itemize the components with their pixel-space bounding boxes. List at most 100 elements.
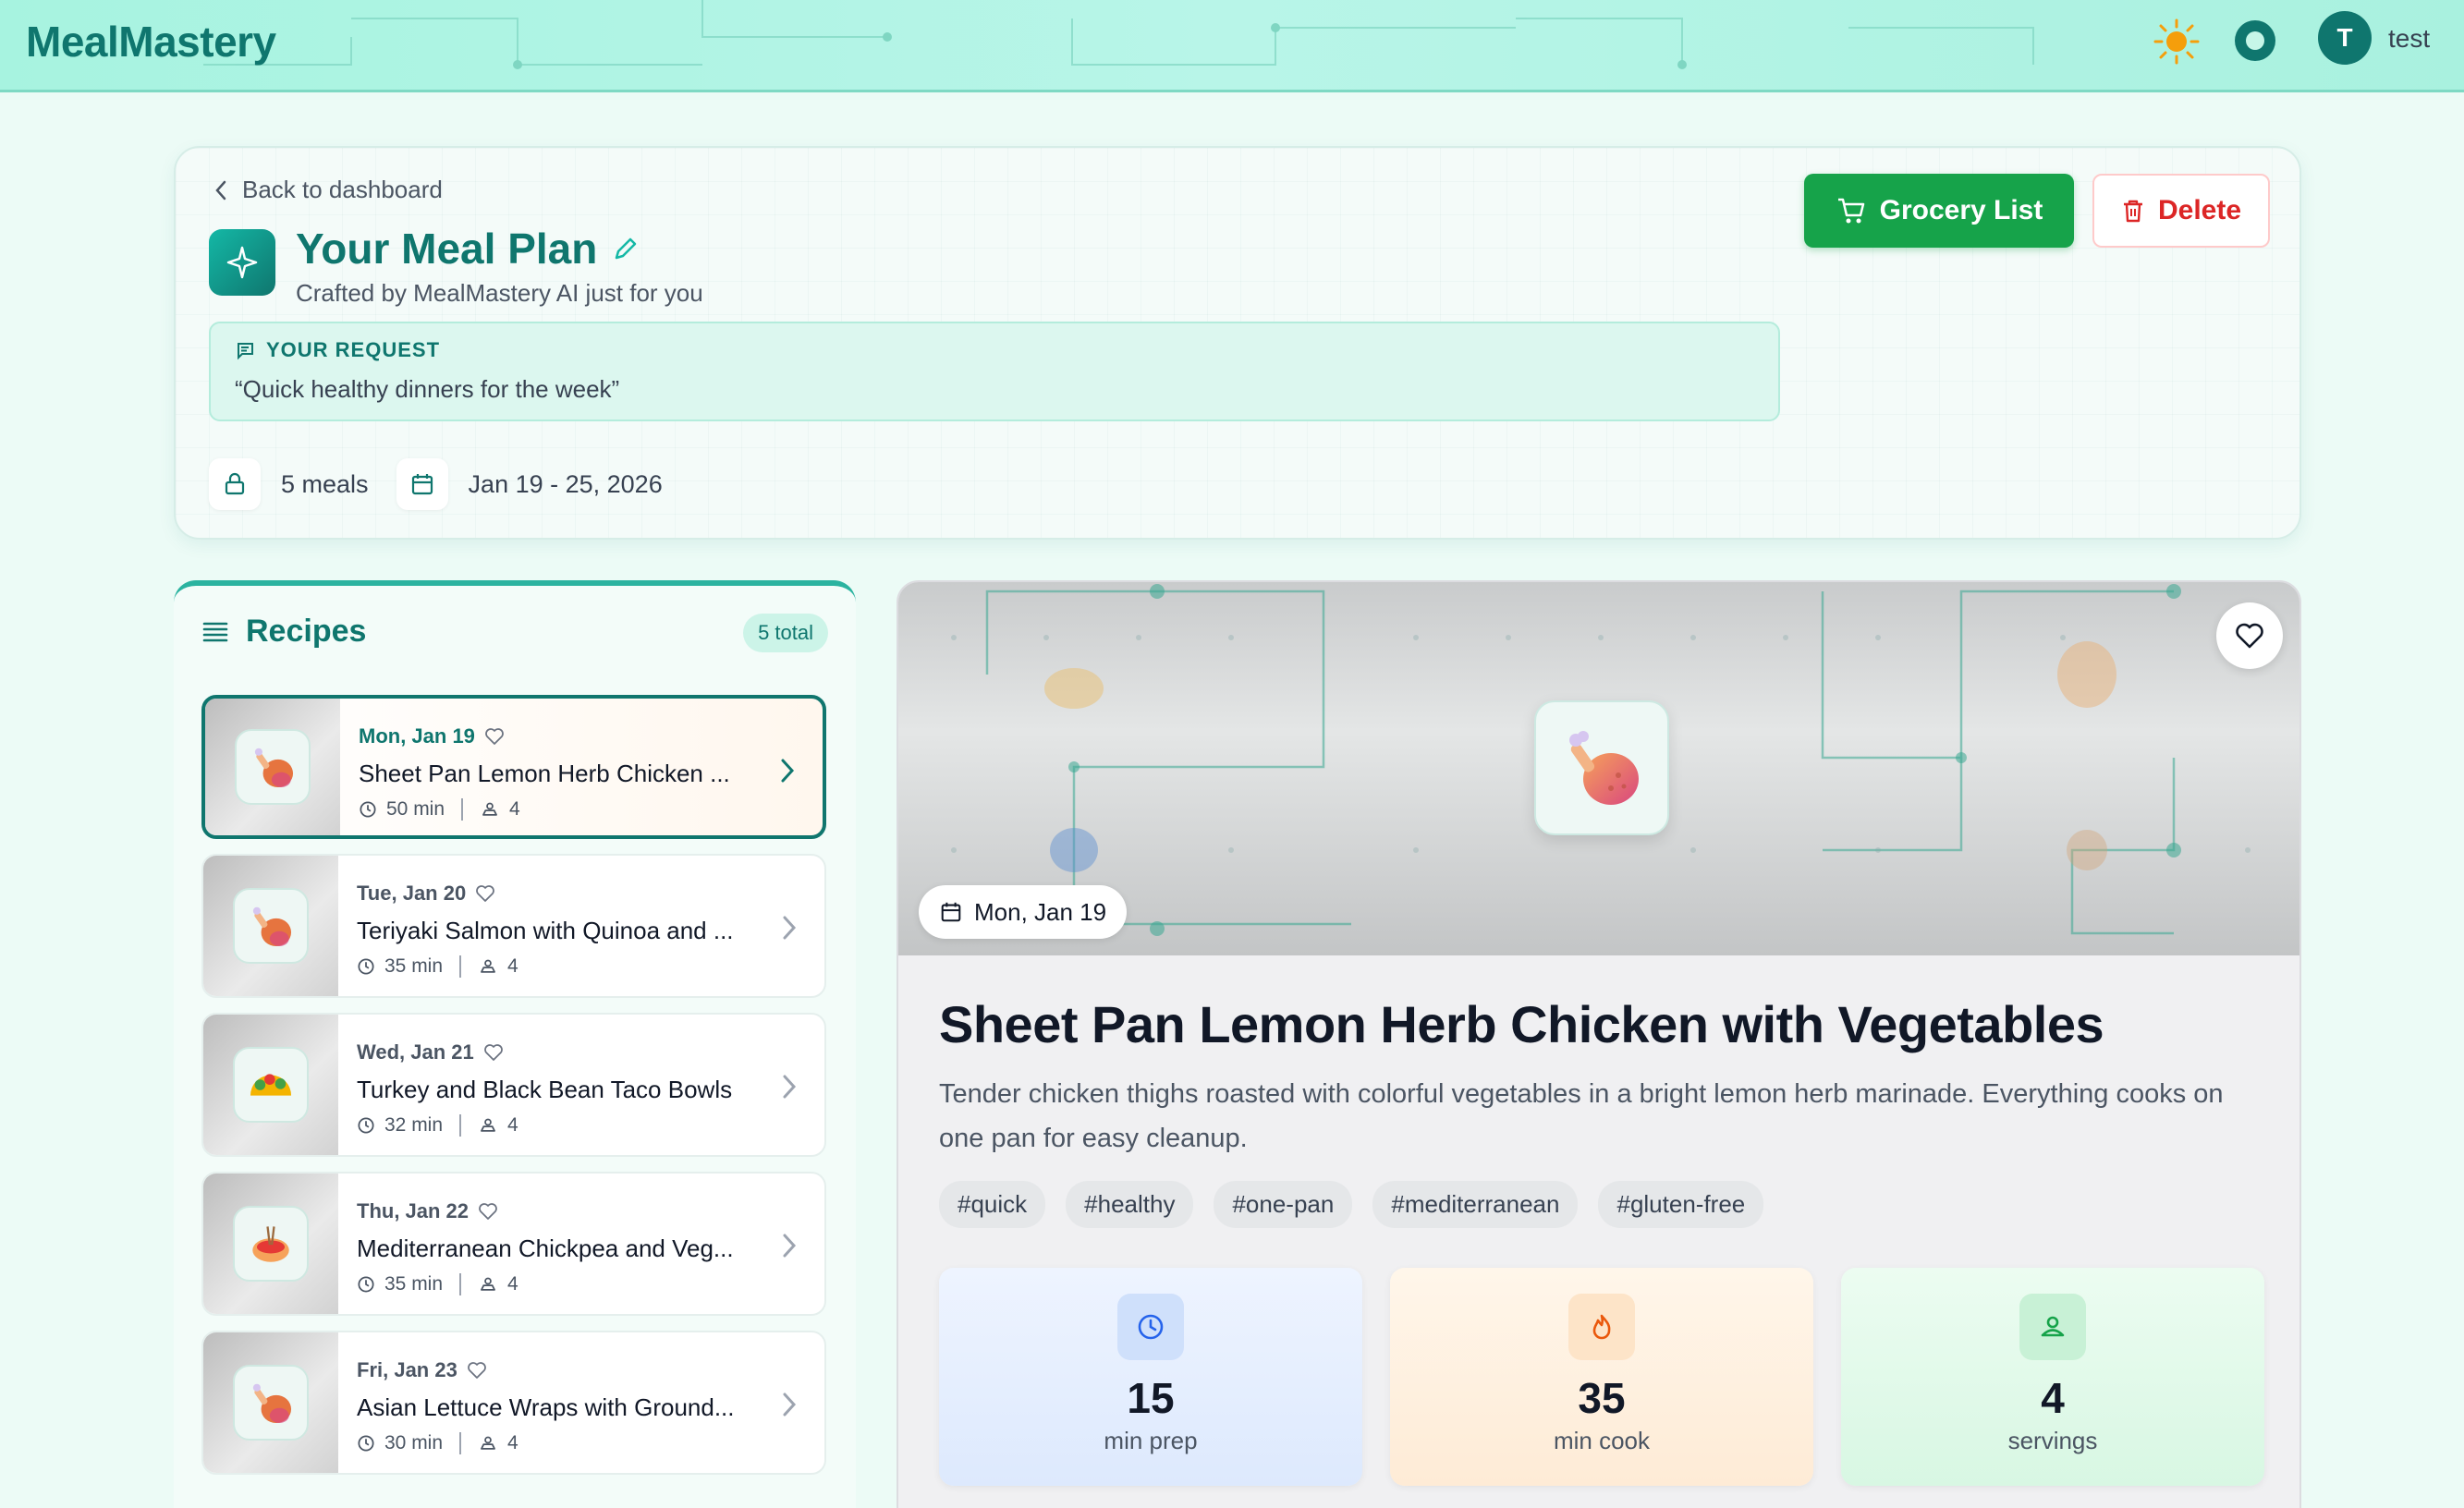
recipe-servings: 4 bbox=[507, 955, 518, 977]
recipe-card[interactable]: Fri, Jan 23 Asian Lettuce Wraps with Grou… bbox=[201, 1331, 826, 1475]
date-pill-label: Mon, Jan 19 bbox=[974, 897, 1107, 926]
tag-chip[interactable]: #one-pan bbox=[1214, 1181, 1353, 1228]
servings-label: servings bbox=[2007, 1427, 2098, 1454]
recipes-heading: Recipes bbox=[246, 614, 367, 649]
clock-icon bbox=[358, 1117, 374, 1134]
cook-value: 35 bbox=[1578, 1374, 1626, 1422]
recipe-thumbnail bbox=[203, 1015, 338, 1155]
recipe-servings: 4 bbox=[507, 1114, 518, 1136]
cart-icon bbox=[1837, 198, 1864, 224]
recipe-card[interactable]: Thu, Jan 22 Mediterranean Chickpea and Ve… bbox=[201, 1172, 826, 1316]
recipe-day: Thu, Jan 22 bbox=[357, 1199, 470, 1222]
clock-icon bbox=[1117, 1294, 1184, 1360]
recipe-thumbnail bbox=[205, 699, 340, 835]
recipe-time: 32 min bbox=[384, 1114, 444, 1136]
top-bar: MealMastery T test bbox=[0, 0, 2464, 92]
date-range: Jan 19 - 25, 2026 bbox=[468, 469, 663, 498]
heart-icon[interactable] bbox=[475, 884, 495, 903]
chicken-leg-icon bbox=[235, 729, 311, 805]
edit-pencil-icon[interactable] bbox=[612, 235, 640, 262]
servings-value: 4 bbox=[2041, 1374, 2065, 1422]
calendar-icon bbox=[396, 458, 448, 510]
recipe-card[interactable]: Tue, Jan 20 Teriyaki Salmon with Quinoa a… bbox=[201, 854, 826, 998]
noodle-bowl-icon bbox=[233, 1206, 309, 1282]
chevron-right-icon bbox=[783, 1392, 797, 1417]
record-icon[interactable] bbox=[2235, 20, 2275, 61]
recipe-card[interactable]: Wed, Jan 21 Turkey and Black Bean Taco Bo… bbox=[201, 1013, 826, 1157]
sun-icon[interactable] bbox=[2153, 18, 2200, 65]
brand-logo[interactable]: MealMastery bbox=[26, 17, 276, 67]
heart-icon bbox=[2236, 623, 2263, 649]
request-text: “Quick healthy dinners for the week” bbox=[235, 375, 620, 403]
recipe-title: Sheet Pan Lemon Herb Chicken with Vegeta… bbox=[939, 995, 2104, 1053]
servings-icon bbox=[481, 959, 495, 973]
recipe-thumbnail bbox=[203, 1332, 338, 1473]
recipe-time: 35 min bbox=[384, 1273, 444, 1295]
recipe-day: Fri, Jan 23 bbox=[357, 1358, 457, 1381]
tag-list: #quick #healthy #one-pan #mediterranean … bbox=[939, 1181, 1764, 1228]
tag-chip[interactable]: #mediterranean bbox=[1372, 1181, 1579, 1228]
favorite-button[interactable] bbox=[2216, 602, 2283, 669]
recipe-hero: Mon, Jan 19 bbox=[898, 582, 2299, 955]
back-to-dashboard-link[interactable]: Back to dashboard bbox=[213, 176, 443, 204]
recipe-name: Turkey and Black Bean Taco Bowls bbox=[357, 1076, 733, 1103]
page-title: Your Meal Plan bbox=[296, 225, 598, 273]
date-pill: Mon, Jan 19 bbox=[919, 885, 1128, 939]
cook-label: min cook bbox=[1553, 1427, 1651, 1454]
chevron-left-icon bbox=[215, 180, 226, 200]
recipe-name: Teriyaki Salmon with Quinoa and ... bbox=[357, 917, 734, 944]
recipe-name: Mediterranean Chickpea and Veg... bbox=[357, 1234, 734, 1262]
clock-icon bbox=[358, 1276, 374, 1293]
page-subtitle: Crafted by MealMastery AI just for you bbox=[296, 279, 703, 307]
chevron-right-icon bbox=[781, 759, 795, 783]
grocery-list-button[interactable]: Grocery List bbox=[1804, 174, 2074, 248]
tag-chip[interactable]: #healthy bbox=[1066, 1181, 1194, 1228]
sparkle-icon bbox=[209, 229, 275, 296]
servings-card: 4 servings bbox=[1841, 1268, 2264, 1486]
recipe-detail: Mon, Jan 19 Sheet Pan Lemon Herb Chicken… bbox=[897, 580, 2301, 1508]
servings-icon bbox=[482, 802, 497, 816]
prep-label: min prep bbox=[1104, 1427, 1198, 1454]
avatar[interactable]: T bbox=[2318, 11, 2372, 65]
delete-button[interactable]: Delete bbox=[2092, 174, 2270, 248]
prep-value: 15 bbox=[1127, 1374, 1175, 1422]
recipe-day: Mon, Jan 19 bbox=[359, 724, 475, 748]
lock-icon bbox=[209, 458, 261, 510]
recipe-card[interactable]: Mon, Jan 19 Sheet Pan Lemon Herb Chicken … bbox=[201, 695, 826, 839]
delete-label: Delete bbox=[2157, 195, 2242, 225]
heart-icon[interactable] bbox=[483, 1043, 504, 1062]
tag-chip[interactable]: #quick bbox=[939, 1181, 1046, 1228]
recipe-time: 35 min bbox=[384, 955, 444, 977]
taco-icon bbox=[233, 1047, 309, 1123]
flame-icon bbox=[1568, 1294, 1635, 1360]
heart-icon[interactable] bbox=[478, 1202, 498, 1221]
heart-icon[interactable] bbox=[467, 1361, 487, 1380]
recipe-description: Tender chicken thighs roasted with color… bbox=[939, 1079, 2224, 1153]
tag-chip[interactable]: #gluten-free bbox=[1598, 1181, 1764, 1228]
total-badge: 5 total bbox=[743, 614, 828, 652]
heart-icon[interactable] bbox=[484, 727, 505, 746]
user-icon bbox=[2019, 1294, 2086, 1360]
clock-icon bbox=[360, 801, 376, 818]
recipe-time: 50 min bbox=[386, 798, 445, 820]
calendar-icon bbox=[941, 902, 961, 922]
list-icon bbox=[202, 622, 228, 641]
chevron-right-icon bbox=[783, 1075, 797, 1099]
username[interactable]: test bbox=[2388, 24, 2430, 54]
cook-time-card: 35 min cook bbox=[1390, 1268, 1813, 1486]
prep-time-card: 15 min prep bbox=[939, 1268, 1362, 1486]
chicken-leg-icon bbox=[1534, 700, 1669, 835]
servings-icon bbox=[481, 1277, 495, 1291]
clock-icon bbox=[358, 958, 374, 975]
grocery-list-label: Grocery List bbox=[1879, 195, 2043, 225]
chevron-right-icon bbox=[783, 916, 797, 940]
recipe-servings: 4 bbox=[507, 1273, 518, 1295]
servings-icon bbox=[481, 1436, 495, 1450]
recipe-servings: 4 bbox=[509, 798, 520, 820]
meal-plan-header: Back to dashboard Your Meal Plan Crafted… bbox=[174, 146, 2301, 540]
trash-icon bbox=[2123, 200, 2142, 223]
message-icon bbox=[238, 343, 253, 360]
recipes-panel: Recipes 5 total Mon, Jan 19 Sheet Pan Lem… bbox=[174, 580, 856, 1508]
circuit-pattern bbox=[203, 0, 2034, 69]
servings-icon bbox=[481, 1118, 495, 1132]
